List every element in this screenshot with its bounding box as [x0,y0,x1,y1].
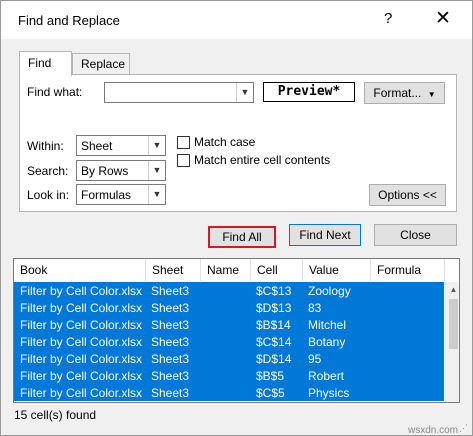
result-cell-sheet: Sheet3 [151,318,190,332]
options-button[interactable]: Options << [369,184,446,206]
result-row[interactable]: Filter by Cell Color.xlsx Sheet3 $C$5 Physi… [14,384,444,401]
result-cell-sheet: Sheet3 [151,386,190,400]
result-cell-cell: $D$14 [256,352,292,366]
match-case-label[interactable]: Match case [194,135,255,149]
result-cell-cell: $C$14 [256,335,292,349]
look-in-select[interactable]: Formulas ▼ [76,184,166,205]
result-cell-value: 95 [308,352,322,366]
chevron-down-icon: ▼ [427,90,436,99]
find-replace-dialog: Find and Replace ? ✕ Find Replace Find w… [0,0,473,436]
result-cell-value: Mitchel [308,318,347,332]
find-next-button[interactable]: Find Next [289,224,361,246]
result-cell-book: Filter by Cell Color.xlsx [20,352,143,366]
look-in-label: Look in: [27,188,70,202]
column-header-formula[interactable]: Formula [371,259,445,281]
result-cell-sheet: Sheet3 [151,284,190,298]
result-cell-cell: $B$14 [256,318,291,332]
watermark: wsxdn.com [408,425,459,436]
chevron-down-icon[interactable]: ▼ [148,136,165,155]
within-label: Within: [27,139,64,153]
result-cell-value: Physics [308,386,350,400]
within-value: Sheet [81,139,113,153]
result-cell-sheet: Sheet3 [151,369,190,383]
result-row[interactable]: Filter by Cell Color.xlsx Sheet3 $B$5 Rober… [14,367,444,384]
format-preview: Preview* [263,82,355,102]
result-cell-value: Botany [308,335,346,349]
chevron-down-icon[interactable]: ▼ [148,161,165,180]
result-cell-value: Zoology [308,284,351,298]
results-list[interactable]: Book Sheet Name Cell Value Formula Filte… [13,258,460,403]
column-header-sheet[interactable]: Sheet [146,259,201,281]
result-cell-cell: $B$5 [256,369,285,383]
scroll-up-icon[interactable]: ▲ [446,282,459,297]
search-select[interactable]: By Rows ▼ [76,160,166,181]
column-header-book[interactable]: Book [14,259,146,281]
result-cell-value: Robert [308,369,345,383]
result-row[interactable]: Filter by Cell Color.xlsx Sheet3 $C$13 Zool… [14,282,444,299]
help-icon[interactable]: ? [384,10,392,27]
find-all-button[interactable]: Find All [208,226,276,248]
title-bar: Find and Replace ? ✕ [1,1,472,39]
results-scrollbar[interactable]: ▲ [445,282,459,402]
format-button-label: Format... [373,86,422,100]
chevron-down-icon[interactable]: ▼ [148,185,165,204]
result-row[interactable]: Filter by Cell Color.xlsx Sheet3 $D$13 83 [14,299,444,316]
tab-find-label: Find [28,56,52,70]
column-header-name[interactable]: Name [201,259,251,281]
result-cell-cell: $C$5 [256,386,285,400]
result-cell-cell: $C$13 [256,284,292,298]
scroll-thumb[interactable] [449,299,458,349]
search-value: By Rows [81,164,129,178]
close-icon[interactable]: ✕ [435,7,451,30]
match-case-checkbox[interactable] [177,136,190,149]
look-in-value: Formulas [81,188,132,202]
match-entire-label[interactable]: Match entire cell contents [194,153,330,167]
search-label: Search: [27,164,69,178]
resize-grip-icon[interactable]: ⋰ [459,423,468,434]
result-row[interactable]: Filter by Cell Color.xlsx Sheet3 $B$14 Mitc… [14,316,444,333]
tab-replace[interactable]: Replace [72,53,130,74]
result-cell-sheet: Sheet3 [151,352,190,366]
dialog-title: Find and Replace [18,13,120,28]
tab-find[interactable]: Find [19,51,72,76]
match-entire-checkbox[interactable] [177,154,190,167]
column-header-cell[interactable]: Cell [251,259,303,281]
format-button[interactable]: Format... ▼ [364,82,445,104]
result-cell-sheet: Sheet3 [151,335,190,349]
result-cell-book: Filter by Cell Color.xlsx [20,301,143,315]
chevron-down-icon[interactable]: ▼ [236,83,253,102]
result-cell-sheet: Sheet3 [151,301,190,315]
result-cell-book: Filter by Cell Color.xlsx [20,284,143,298]
within-select[interactable]: Sheet ▼ [76,135,166,156]
result-cell-book: Filter by Cell Color.xlsx [20,318,143,332]
find-what-combo[interactable]: ▼ [104,82,254,103]
tab-replace-label: Replace [81,57,126,71]
results-header: Book Sheet Name Cell Value Formula [14,259,459,281]
find-what-label: Find what: [27,85,83,99]
column-header-value[interactable]: Value [303,259,371,281]
result-row[interactable]: Filter by Cell Color.xlsx Sheet3 $D$14 95 [14,350,444,367]
result-cell-cell: $D$13 [256,301,292,315]
result-row[interactable]: Filter by Cell Color.xlsx Sheet3 $C$14 Bota… [14,333,444,350]
close-button[interactable]: Close [374,224,457,246]
result-cell-book: Filter by Cell Color.xlsx [20,386,143,400]
status-text: 15 cell(s) found [14,408,97,422]
result-cell-book: Filter by Cell Color.xlsx [20,369,143,383]
result-cell-book: Filter by Cell Color.xlsx [20,335,143,349]
result-cell-value: 83 [308,301,322,315]
